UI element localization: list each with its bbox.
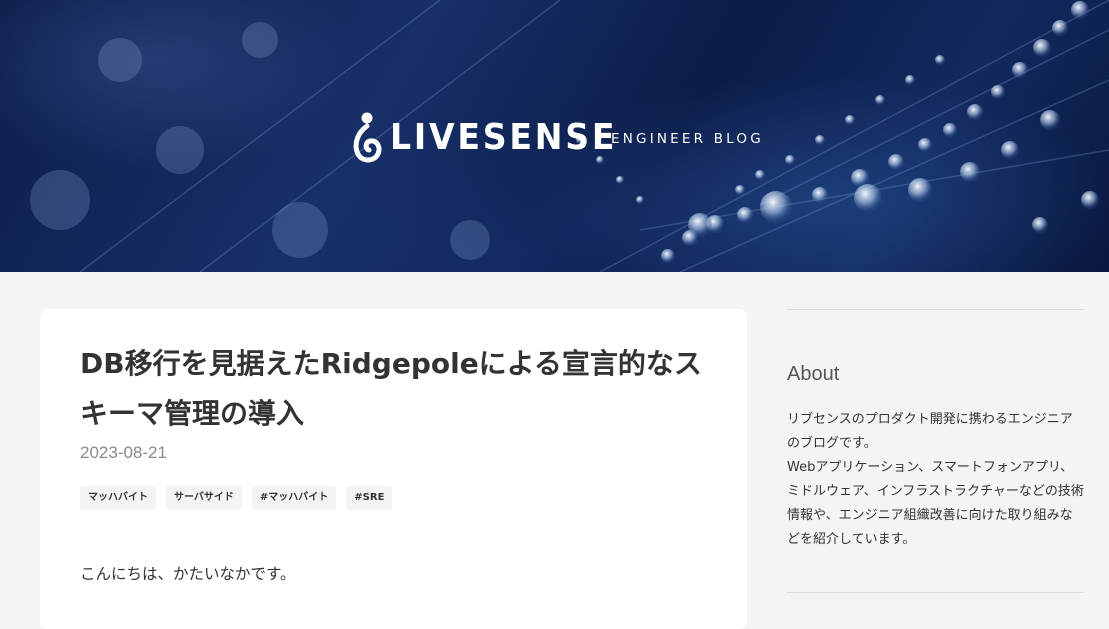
sidebar-divider	[787, 592, 1084, 593]
tag-link[interactable]: マッハバイト	[80, 486, 156, 510]
tag-link[interactable]: #SRE	[346, 486, 393, 510]
about-description: リブセンスのプロダクト開発に携わるエンジニアのブログです。 Webアプリケーショ…	[787, 408, 1085, 552]
blog-tagline: ENGINEER BLOG	[611, 131, 764, 147]
article-card: DB移行を見据えたRidgepoleによる宣言的なスキーマ管理の導入 2023-…	[40, 309, 747, 629]
about-text: リブセンスのプロダクト開発に携わるエンジニアのブログです。 Webアプリケーショ…	[787, 412, 1084, 547]
sidebar-divider	[787, 309, 1084, 310]
livesense-hook-logo-icon	[353, 112, 382, 163]
header-banner: LIVESENSE ENGINEER BLOG	[0, 0, 1109, 272]
tag-list: マッハバイト サーバサイド #マッハバイト #SRE	[80, 486, 393, 510]
tag-link[interactable]: サーバサイド	[166, 486, 242, 510]
article-paragraph: こんにちは、かたいなかです。	[80, 565, 296, 583]
article-date: 2023-08-21	[80, 443, 167, 462]
article-title[interactable]: DB移行を見据えたRidgepoleによる宣言的なスキーマ管理の導入	[80, 339, 720, 439]
brand-name: LIVESENSE	[390, 117, 618, 158]
tag-link[interactable]: #マッハバイト	[251, 486, 337, 510]
brand-home-link[interactable]: LIVESENSE ENGINEER BLOG	[352, 112, 761, 164]
about-heading: About	[787, 363, 840, 385]
